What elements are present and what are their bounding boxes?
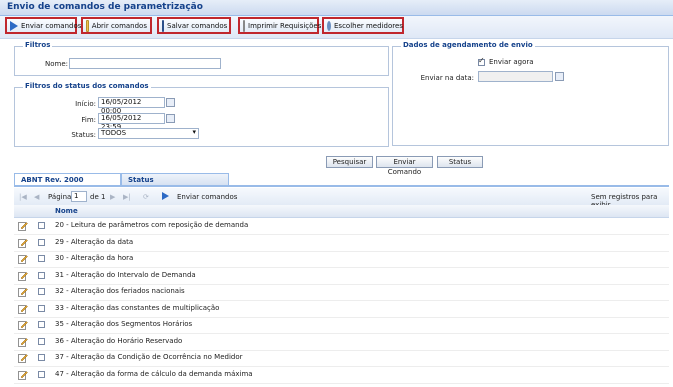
next-page-icon[interactable]: ▶ [110,193,115,201]
row-checkbox[interactable] [38,370,45,378]
status-label: Status: [71,131,96,139]
status-select[interactable]: TODOS ▾ [98,128,199,139]
row-name: 47 - Alteração da forma de cálculo da de… [55,369,253,378]
column-header-name[interactable]: Nome [55,207,78,215]
table-row[interactable]: 37 - Alteração da Condição de Ocorrência… [14,350,669,367]
open-commands-button[interactable]: Abrir comandos [81,17,152,34]
send-arrow-icon [10,20,18,31]
row-checkbox[interactable] [38,288,45,295]
send-commands-button[interactable]: Enviar comandos [5,17,81,34]
filters-legend: Filtros [23,41,53,49]
name-label: Nome: [44,60,68,68]
end-label: Fim: [81,116,96,124]
send-command-button[interactable]: Enviar Comando [376,156,433,176]
row-checkbox[interactable] [38,222,45,229]
print-requests-button[interactable]: Imprimir Requisições [238,17,322,34]
save-icon [162,19,164,32]
table-row[interactable]: 20 - Leitura de parâmetros com reposição… [14,218,669,235]
table-row[interactable]: 36 - Alteração do Horário Reservado [14,334,669,351]
pager-send-commands[interactable]: Enviar comandos [177,193,237,201]
refresh-icon[interactable]: ⟳ [143,193,149,201]
send-now-checkbox[interactable] [478,56,485,66]
name-input[interactable] [69,58,221,69]
edit-pencil-icon[interactable] [18,287,28,297]
grid-header [14,205,669,218]
save-commands-button[interactable]: Salvar comandos [157,17,231,34]
start-label: Início: [75,100,96,108]
status-filters-legend: Filtros do status dos comandos [23,82,151,90]
prev-page-icon[interactable]: ◀ [34,193,39,201]
row-name: 29 - Alteração da data [55,237,134,246]
row-checkbox[interactable] [38,271,45,279]
row-checkbox[interactable] [38,255,45,262]
search-button[interactable]: Pesquisar [326,156,373,168]
page-label: Página [48,193,72,201]
chevron-down-icon: ▾ [192,128,196,136]
open-commands-label: Abrir comandos [91,21,147,30]
row-checkbox[interactable] [38,354,45,361]
edit-pencil-icon[interactable] [18,271,28,281]
row-name: 31 - Alteração do Intervalo de Demanda [55,270,196,279]
send-date-calendar-icon[interactable] [555,72,564,81]
send-now-label: Enviar agora [489,58,534,66]
table-row[interactable]: 32 - Alteração dos feriados nacionais [14,284,669,301]
start-date-input[interactable]: 16/05/2012 00:00 [98,97,165,115]
send-date-input[interactable] [478,71,553,82]
folder-icon [86,19,89,32]
table-row[interactable]: 30 - Alteração da hora [14,251,669,268]
page-of-label: de 1 [90,193,106,201]
edit-pencil-icon[interactable] [18,353,28,363]
row-name: 30 - Alteração da hora [55,254,134,262]
table-row[interactable]: 31 - Alteração do Intervalo de Demanda [14,268,669,285]
send-date-label: Enviar na data: [420,74,474,82]
magnifier-icon [327,20,331,31]
schedule-legend: Dados de agendamento de envio [401,41,535,49]
start-calendar-icon[interactable] [166,98,175,107]
table-row[interactable]: 47 - Alteração da forma de cálculo da de… [14,367,669,384]
last-page-icon[interactable]: ▶| [123,193,131,201]
row-checkbox[interactable] [38,321,45,328]
edit-pencil-icon[interactable] [18,304,28,314]
edit-pencil-icon[interactable] [18,221,28,231]
row-name: 36 - Alteração do Horário Reservado [55,336,183,345]
table-row[interactable]: 35 - Alteração dos Segmentos Horários [14,317,669,334]
table-row[interactable]: 33 - Alteração das constantes de multipl… [14,301,669,318]
edit-pencil-icon[interactable] [18,370,28,380]
row-name: 33 - Alteração das constantes de multipl… [55,303,220,312]
row-checkbox[interactable] [38,238,45,246]
status-button[interactable]: Status [437,156,483,168]
edit-pencil-icon[interactable] [18,320,28,330]
choose-meters-label: Escolher medidores [334,21,403,30]
first-page-icon[interactable]: |◀ [19,193,27,201]
print-icon [243,19,245,32]
row-name: 37 - Alteração da Condição de Ocorrência… [55,353,243,361]
send-commands-label: Enviar comandos [21,21,82,30]
edit-pencil-icon[interactable] [18,337,28,347]
row-name: 32 - Alteração dos feriados nacionais [55,287,185,295]
window-title: Envio de comandos de parametrização [7,2,203,12]
print-requests-label: Imprimir Requisições [248,21,322,30]
end-calendar-icon[interactable] [166,114,175,123]
row-name: 35 - Alteração dos Segmentos Horários [55,320,193,328]
status-select-value: TODOS [101,129,127,137]
end-date-input[interactable]: 16/05/2012 23:59 [98,113,165,131]
send-arrow-icon [162,192,169,200]
save-commands-label: Salvar comandos [167,21,228,30]
tab-strip [14,185,669,187]
edit-pencil-icon[interactable] [18,254,28,264]
choose-meters-button[interactable]: Escolher medidores [322,17,404,34]
edit-pencil-icon[interactable] [18,238,28,248]
row-checkbox[interactable] [38,337,45,345]
page-number-input[interactable]: 1 [71,191,87,202]
table-row[interactable]: 29 - Alteração da data [14,235,669,252]
row-name: 20 - Leitura de parâmetros com reposição… [55,221,249,229]
row-checkbox[interactable] [38,304,45,312]
window-titlebar: Envio de comandos de parametrização [0,0,673,16]
